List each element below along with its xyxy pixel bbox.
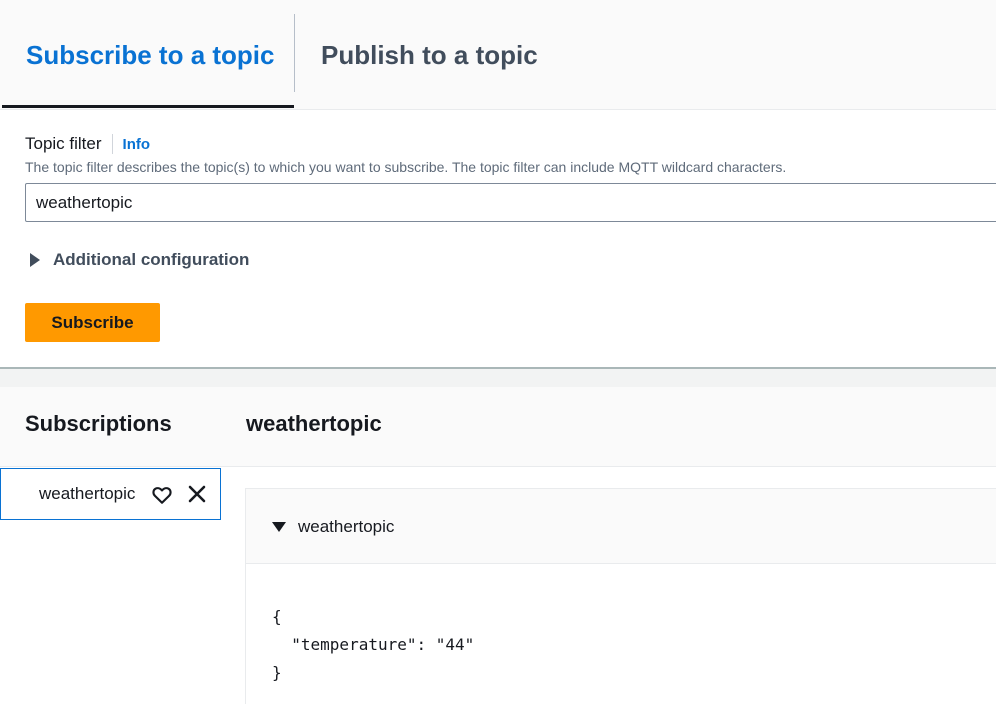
info-link[interactable]: Info xyxy=(123,136,151,153)
subscriptions-title: Subscriptions xyxy=(25,411,172,436)
label-divider xyxy=(111,134,113,154)
topic-filter-input[interactable] xyxy=(25,183,996,222)
caret-down-icon xyxy=(272,522,286,532)
section-divider xyxy=(0,367,996,387)
subscribe-form: Topic filter Info The topic filter descr… xyxy=(0,110,996,367)
topic-filter-label-row: Topic filter Info xyxy=(25,133,150,155)
subscription-list-item[interactable]: weathertopic xyxy=(0,468,221,520)
caret-right-icon xyxy=(30,253,40,267)
topic-filter-label: Topic filter xyxy=(25,134,102,153)
selected-topic-title: weathertopic xyxy=(246,411,382,436)
subscriptions-header: Subscriptions weathertopic xyxy=(0,387,996,467)
additional-configuration-toggle[interactable]: Additional configuration xyxy=(30,250,249,270)
close-icon[interactable] xyxy=(187,484,207,504)
tab-subscribe[interactable]: Subscribe to a topic xyxy=(0,0,294,110)
subscribe-button[interactable]: Subscribe xyxy=(25,303,160,342)
subscription-item-label[interactable]: weathertopic xyxy=(39,484,135,504)
tab-divider xyxy=(294,14,295,92)
active-tab-indicator xyxy=(2,105,294,108)
additional-configuration-label: Additional configuration xyxy=(53,250,250,269)
tab-publish-label: Publish to a topic xyxy=(321,39,538,70)
tab-publish[interactable]: Publish to a topic xyxy=(321,0,641,110)
message-payload: { "temperature": "44" } xyxy=(272,607,475,682)
message-topic: weathertopic xyxy=(298,517,395,536)
message-panel: weathertopic { "temperature": "44" } xyxy=(245,488,996,704)
heart-icon[interactable] xyxy=(151,484,173,506)
tab-subscribe-label: Subscribe to a topic xyxy=(26,39,275,70)
message-header-toggle[interactable]: weathertopic xyxy=(246,489,996,564)
tab-bar: Subscribe to a topic Publish to a topic xyxy=(0,0,996,110)
topic-filter-description: The topic filter describes the topic(s) … xyxy=(25,159,787,175)
